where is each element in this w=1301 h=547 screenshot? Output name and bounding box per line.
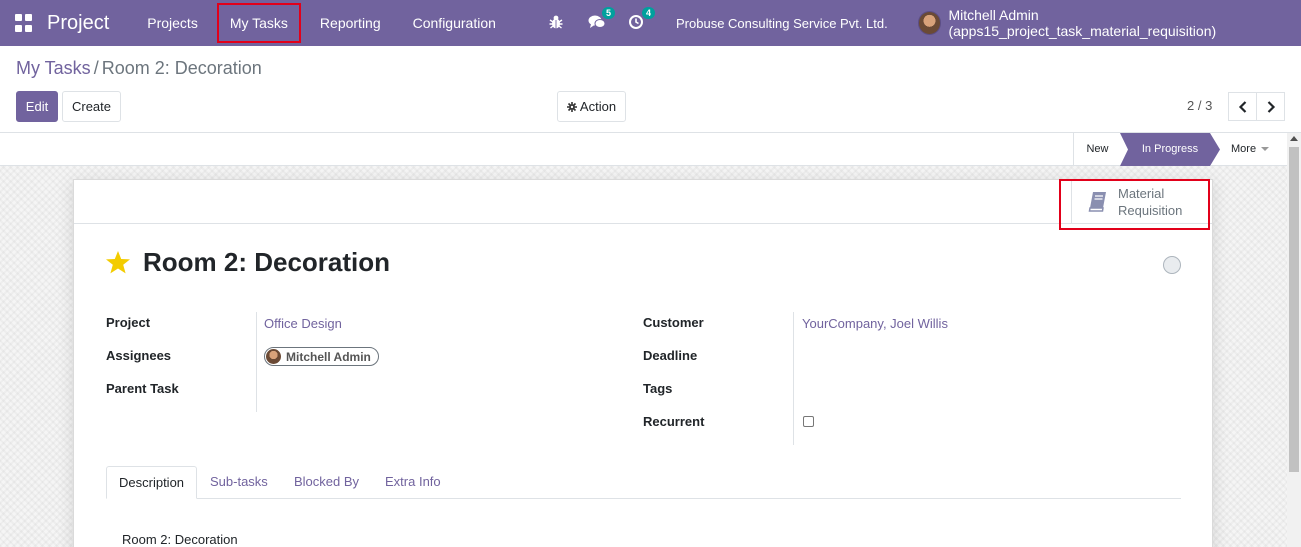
chevron-right-icon — [1267, 100, 1275, 113]
scroll-up-arrow-icon[interactable] — [1290, 136, 1298, 141]
smart-button-box: Material Requisition — [74, 180, 1212, 224]
stage-more-dropdown[interactable]: More — [1231, 133, 1281, 166]
clock-icon[interactable]: 4 — [628, 7, 655, 32]
parent-task-label: Parent Task — [106, 381, 179, 396]
breadcrumb-separator: / — [93, 58, 99, 78]
book-icon — [1088, 192, 1106, 212]
action-button[interactable]: Action — [557, 91, 626, 122]
pager-value[interactable]: 2 / 3 — [1187, 98, 1212, 113]
material-requisition-button[interactable]: Material Requisition — [1071, 180, 1209, 224]
stage-new[interactable]: New — [1073, 133, 1121, 166]
form-sheet: Material Requisition Room 2: Decoration … — [73, 179, 1213, 547]
menu-reporting[interactable]: Reporting — [304, 0, 397, 46]
breadcrumb-current: Room 2: Decoration — [101, 58, 262, 78]
action-label: Action — [579, 99, 617, 114]
chat-icon[interactable]: 5 — [588, 7, 615, 32]
menu-projects[interactable]: Projects — [131, 0, 214, 46]
recurrent-label: Recurrent — [643, 414, 705, 429]
user-name: Mitchell Admin (apps15_project_task_mate… — [948, 7, 1217, 39]
deadline-label: Deadline — [643, 348, 698, 363]
customer-value[interactable]: YourCompany, Joel Willis — [802, 316, 948, 331]
pager-previous-button[interactable] — [1228, 92, 1257, 121]
create-button[interactable]: Create — [62, 91, 121, 122]
tab-description[interactable]: Description — [106, 466, 198, 499]
top-navbar: Project Projects My Tasks Reporting Conf… — [0, 0, 1301, 46]
systray: 5 4 Probuse Consulting Service Pvt. Ltd. — [548, 0, 888, 46]
tab-sub-tasks[interactable]: Sub-tasks — [198, 466, 280, 499]
company-switcher[interactable]: Probuse Consulting Service Pvt. Ltd. — [676, 16, 888, 31]
smart-button-label: Material Requisition — [1118, 185, 1182, 219]
gear-icon — [566, 101, 577, 112]
smart-button-line2: Requisition — [1118, 203, 1183, 218]
breadcrumb: My Tasks / Room 2: Decoration — [16, 58, 262, 79]
smart-button-line1: Material — [1118, 186, 1165, 201]
menu-my-tasks[interactable]: My Tasks — [214, 0, 304, 46]
breadcrumb-parent[interactable]: My Tasks — [16, 58, 91, 79]
recurrent-checkbox[interactable] — [803, 416, 814, 427]
menu-configuration[interactable]: Configuration — [397, 0, 512, 46]
customer-label: Customer — [643, 315, 704, 330]
project-label: Project — [106, 315, 151, 330]
right-field-divider — [793, 312, 794, 445]
more-label: More — [1231, 143, 1257, 155]
project-value[interactable]: Office Design — [264, 316, 342, 331]
bug-icon[interactable] — [548, 14, 566, 32]
assignee-name: Mitchell Admin — [286, 349, 371, 364]
description-content[interactable]: Room 2: Decoration — [122, 532, 238, 547]
scroll-thumb[interactable] — [1289, 147, 1299, 472]
kanban-state-indicator[interactable] — [1163, 256, 1181, 274]
assignee-avatar — [266, 349, 281, 364]
messages-badge: 5 — [601, 7, 615, 19]
stage-in-progress[interactable]: In Progress — [1120, 133, 1220, 166]
edit-button[interactable]: Edit — [16, 91, 58, 122]
left-field-divider — [256, 312, 257, 412]
tags-label: Tags — [643, 381, 673, 396]
star-icon[interactable] — [105, 250, 131, 278]
tab-blocked-by[interactable]: Blocked By — [282, 466, 371, 499]
apps-menu-icon[interactable] — [15, 14, 33, 32]
assignee-tag[interactable]: Mitchell Admin — [264, 347, 379, 366]
scrollbar[interactable] — [1287, 133, 1301, 547]
assignees-label: Assignees — [106, 348, 172, 363]
app-name[interactable]: Project — [47, 12, 109, 35]
pager-next-button[interactable] — [1256, 92, 1285, 121]
task-title[interactable]: Room 2: Decoration — [143, 247, 390, 278]
caret-down-icon — [1261, 147, 1270, 152]
user-menu[interactable]: Mitchell Admin (apps15_project_task_mate… — [918, 0, 1301, 46]
activities-badge: 4 — [641, 7, 655, 19]
notebook-tabs: Description Sub-tasks Blocked By Extra I… — [106, 466, 1181, 499]
tab-extra-info[interactable]: Extra Info — [373, 466, 453, 499]
chevron-left-icon — [1238, 100, 1246, 113]
user-avatar — [918, 11, 942, 35]
